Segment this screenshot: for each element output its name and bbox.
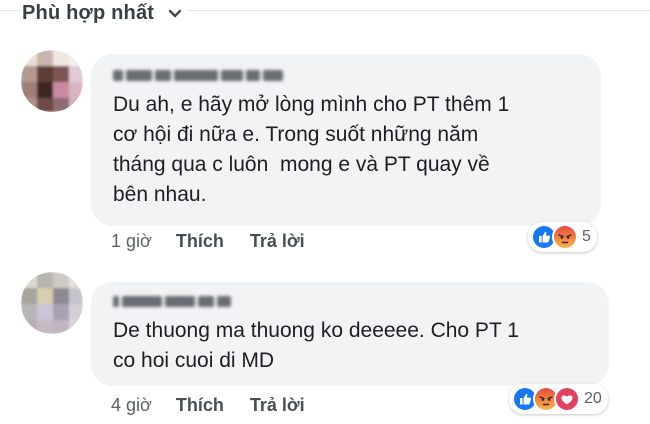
love-icon: [554, 386, 580, 412]
reaction-count: 5: [582, 228, 591, 245]
sort-dropdown[interactable]: Phù hợp nhất: [22, 2, 189, 25]
comment-actions: 1 giờ Thích Trả lời: [111, 231, 331, 252]
reaction-count: 20: [584, 390, 602, 407]
like-button[interactable]: Thích: [176, 231, 224, 252]
comment-bubble: De thuong ma thuong ko deeeee. Cho PT 1 …: [91, 282, 609, 386]
comment-time[interactable]: 4 giờ: [111, 395, 152, 416]
comment-text: De thuong ma thuong ko deeeee. Cho PT 1 …: [113, 319, 519, 372]
reply-button[interactable]: Trả lời: [250, 395, 305, 416]
reply-button[interactable]: Trả lời: [250, 231, 305, 252]
comment-time[interactable]: 1 giờ: [111, 231, 152, 252]
commenter-avatar[interactable]: [21, 272, 83, 334]
comment-text: Du ah, e hãy mở lòng mình cho PT thêm 1 …: [113, 93, 510, 206]
commenter-avatar[interactable]: [21, 50, 83, 112]
comments-section: Phù hợp nhất Du ah, e hãy mở lòng mình c…: [0, 0, 650, 424]
angry-icon: [552, 224, 578, 250]
reaction-summary[interactable]: 5: [528, 222, 597, 252]
commenter-name-redacted[interactable]: [113, 68, 283, 82]
comment-actions: 4 giờ Thích Trả lời: [111, 395, 331, 416]
sort-label: Phù hợp nhất: [22, 2, 155, 24]
comment-bubble: Du ah, e hãy mở lòng mình cho PT thêm 1 …: [91, 54, 601, 226]
like-button[interactable]: Thích: [176, 395, 224, 416]
commenter-name-redacted[interactable]: [113, 294, 231, 308]
chevron-down-icon: [168, 9, 182, 19]
reaction-summary[interactable]: 20: [509, 384, 608, 414]
